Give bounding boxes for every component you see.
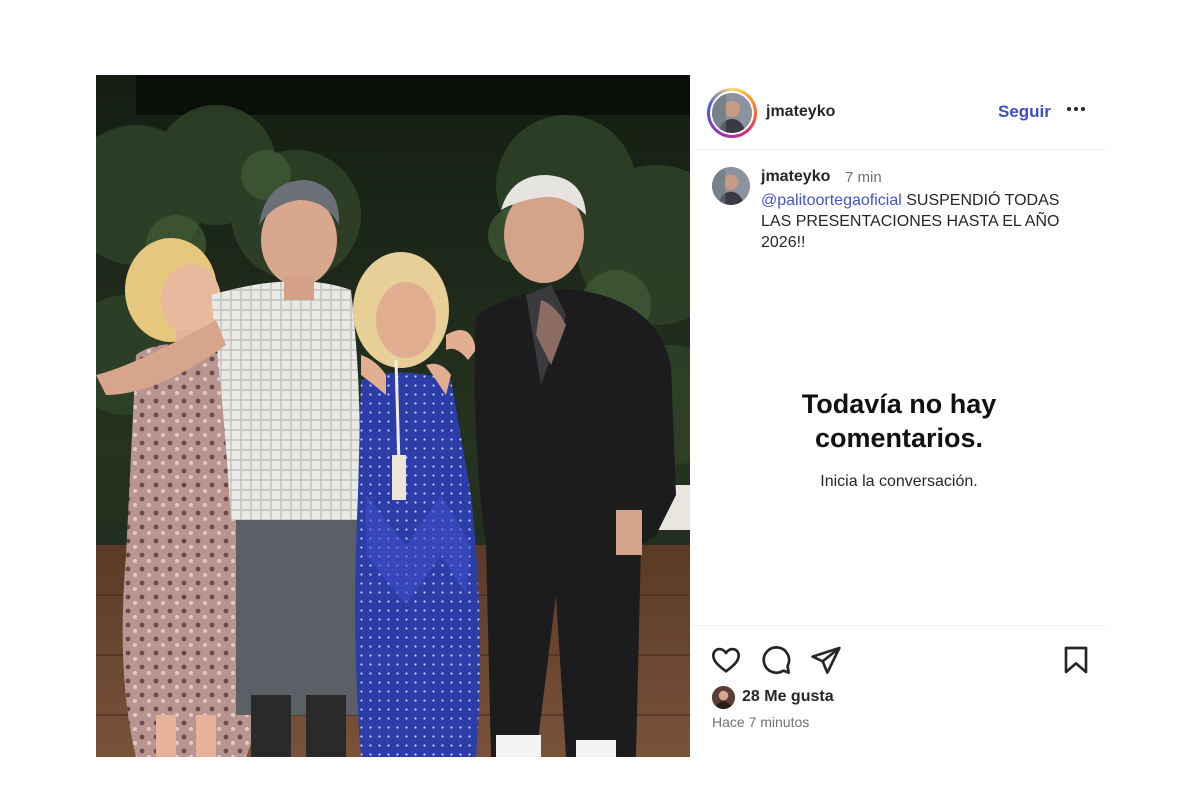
bookmark-icon[interactable] (1060, 644, 1092, 676)
caption-username[interactable]: jmateyko (761, 168, 830, 186)
caption-mention-link[interactable]: @palitoortegaoficial (761, 192, 902, 209)
header-username[interactable]: jmateyko (766, 103, 835, 121)
share-icon[interactable] (810, 644, 842, 676)
post-photo-image (96, 75, 690, 757)
liker-avatar[interactable] (712, 686, 735, 709)
comments-empty-subtitle: Inicia la conversación. (820, 473, 978, 490)
caption-text: @palitoortegaoficial SUSPENDIÓ TODAS LAS… (761, 190, 1091, 253)
more-horizontal-icon[interactable] (1064, 97, 1088, 121)
posted-time: Hace 7 minutos (712, 714, 810, 730)
story-ring[interactable] (707, 88, 757, 138)
post-photo[interactable] (96, 75, 690, 757)
likes-count[interactable]: 28 Me gusta (742, 688, 834, 706)
caption-time: 7 min (845, 169, 882, 186)
follow-button[interactable]: Seguir (998, 102, 1051, 122)
post-actions: 28 Me gusta Hace 7 minutos (692, 625, 1106, 757)
comments-empty-state: Todavía no hay comentarios. Inicia la co… (692, 387, 1106, 491)
avatar (710, 91, 754, 135)
comment-icon[interactable] (760, 644, 792, 676)
post-header: jmateyko Seguir (692, 75, 1106, 150)
comments-empty-title: Todavía no hay comentarios. (801, 389, 997, 453)
heart-icon[interactable] (710, 644, 742, 676)
post-side-panel: jmateyko Seguir jmateyko 7 min @palitoor… (692, 75, 1106, 757)
caption-avatar[interactable] (712, 167, 750, 205)
